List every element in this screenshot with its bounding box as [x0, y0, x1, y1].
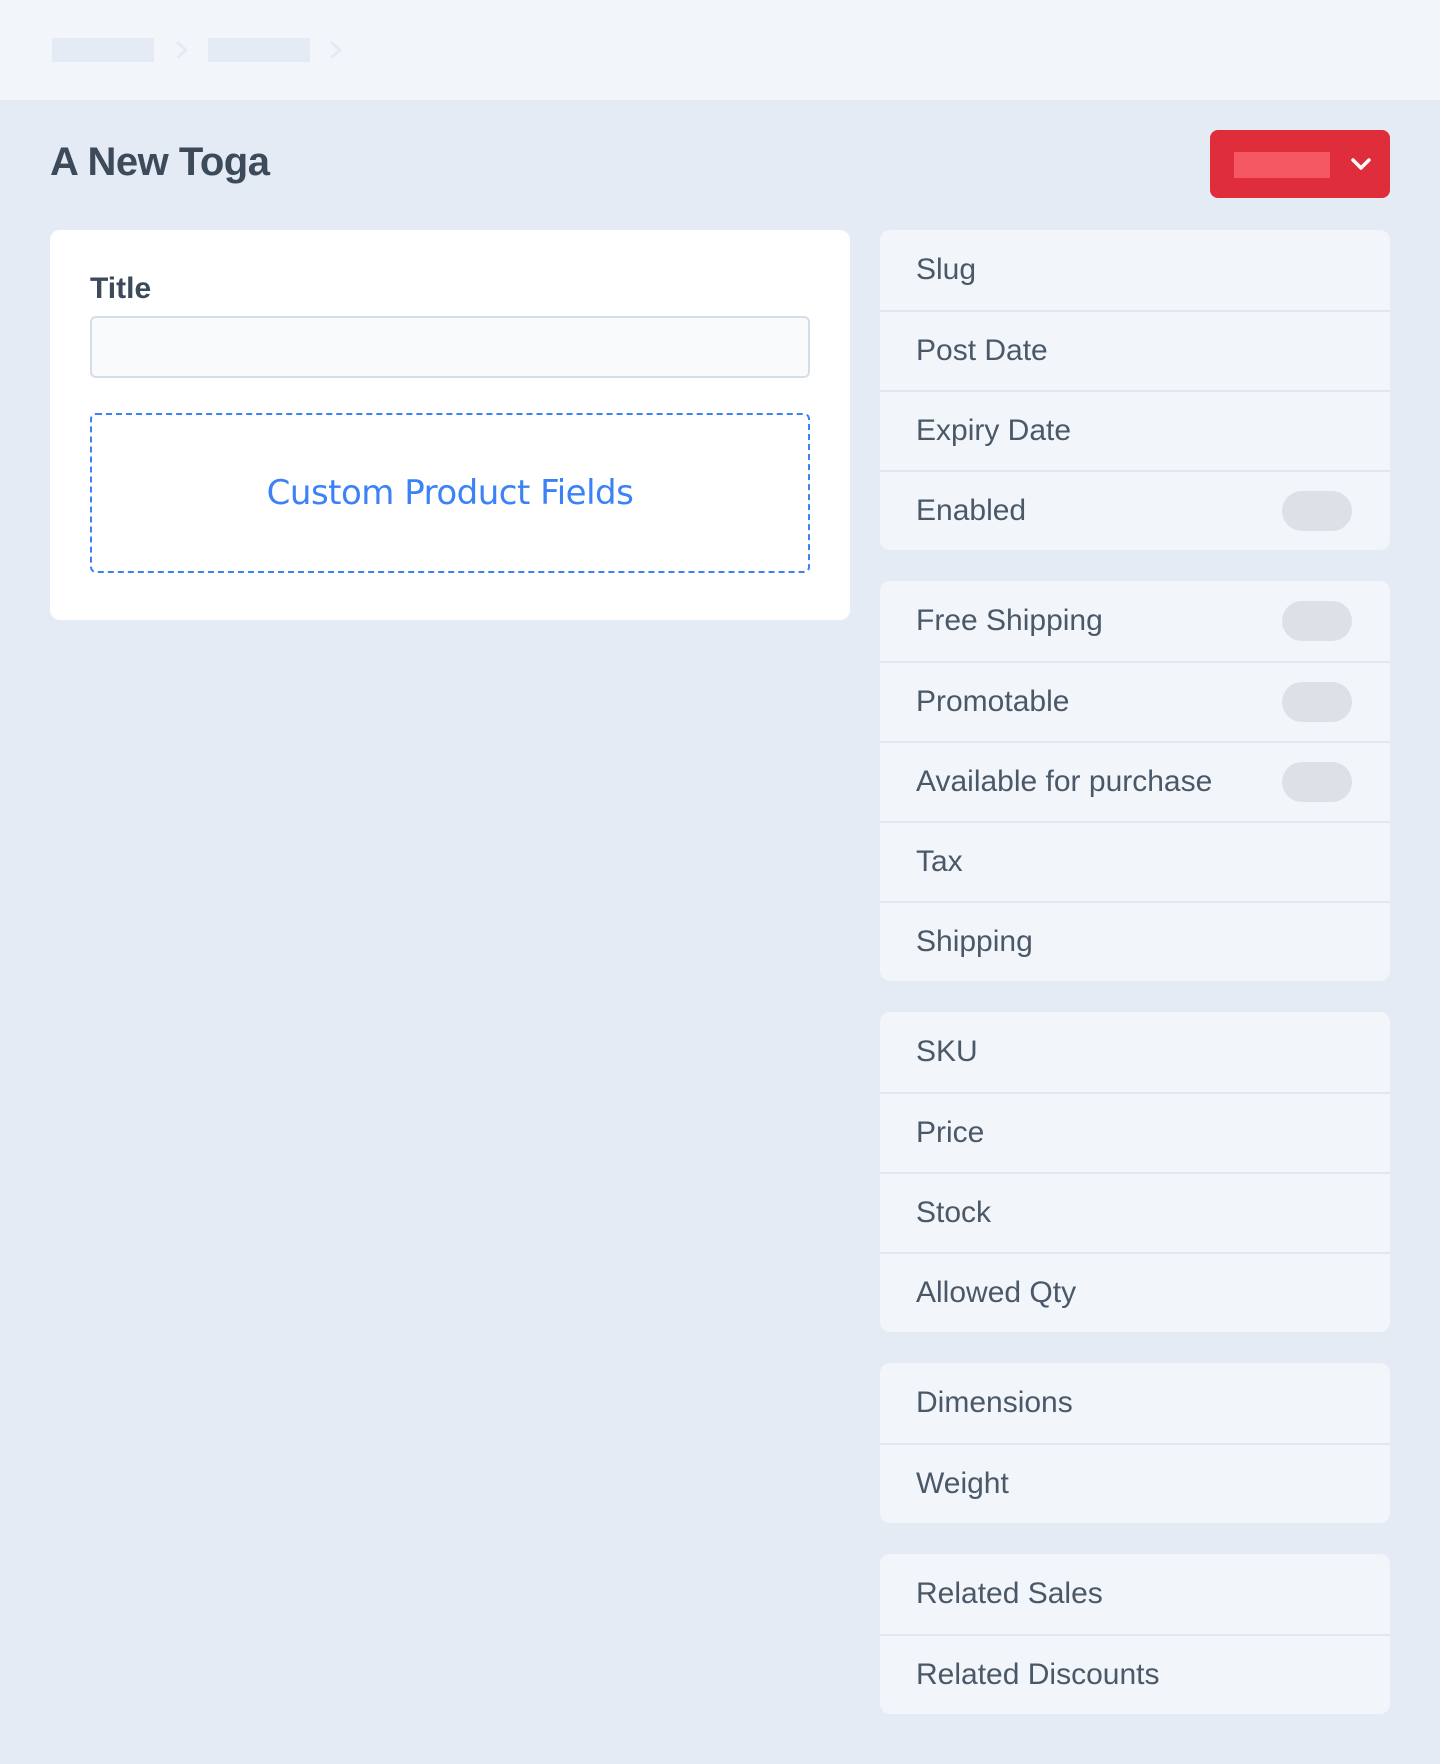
available-for-purchase-toggle[interactable]: [1282, 762, 1352, 802]
chevron-down-icon: [1351, 158, 1371, 170]
sidebar-item-related-discounts[interactable]: Related Discounts: [880, 1634, 1390, 1714]
sidebar-item-tax[interactable]: Tax: [880, 821, 1390, 901]
sidebar-item-label: Slug: [916, 253, 977, 286]
sidebar-item-label: Available for purchase: [916, 765, 1213, 798]
sidebar-item-sku[interactable]: SKU: [880, 1012, 1390, 1092]
promotable-toggle[interactable]: [1282, 682, 1352, 722]
breadcrumb-item-2[interactable]: [208, 38, 310, 62]
sidebar-item-label: Tax: [916, 845, 963, 878]
sidebar-item-enabled[interactable]: Enabled: [880, 470, 1390, 550]
sidebar-item-label: Enabled: [916, 494, 1027, 527]
sidebar-item-label: Shipping: [916, 925, 1033, 958]
sidebar-panel: SKU Price Stock Allowed Qty: [880, 1012, 1390, 1332]
sidebar-panel: Dimensions Weight: [880, 1363, 1390, 1523]
title-input[interactable]: [90, 316, 810, 378]
breadcrumb-item-1[interactable]: [52, 38, 154, 62]
sidebar-item-label: SKU: [916, 1035, 978, 1068]
sidebar-panel: Related Sales Related Discounts: [880, 1554, 1390, 1714]
sidebar-item-label: Price: [916, 1116, 985, 1149]
sidebar-panel: Free Shipping Promotable Available for pur…: [880, 581, 1390, 981]
sidebar-item-shipping[interactable]: Shipping: [880, 901, 1390, 981]
custom-product-fields-dropzone[interactable]: Custom Product Fields: [90, 413, 810, 573]
sidebar-item-label: Promotable: [916, 685, 1070, 718]
title-label: Title: [90, 272, 152, 305]
sidebar-item-weight[interactable]: Weight: [880, 1443, 1390, 1523]
sidebar-item-free-shipping[interactable]: Free Shipping: [880, 581, 1390, 661]
sidebar-item-label: Related Discounts: [916, 1658, 1160, 1691]
sidebar-item-label: Dimensions: [916, 1386, 1073, 1419]
sidebar-item-stock[interactable]: Stock: [880, 1172, 1390, 1252]
top-bar: [0, 0, 1440, 100]
sidebar-item-label: Related Sales: [916, 1577, 1103, 1610]
sidebar-item-price[interactable]: Price: [880, 1092, 1390, 1172]
sidebar-item-post-date[interactable]: Post Date: [880, 310, 1390, 390]
sidebar-item-label: Free Shipping: [916, 604, 1103, 637]
sidebar-item-related-sales[interactable]: Related Sales: [880, 1554, 1390, 1634]
sidebar-item-slug[interactable]: Slug: [880, 230, 1390, 310]
actions-dropdown-button[interactable]: [1210, 130, 1390, 198]
sidebar-item-label: Weight: [916, 1467, 1009, 1500]
sidebar-item-available-for-purchase[interactable]: Available for purchase: [880, 741, 1390, 821]
chevron-right-icon: [176, 41, 188, 59]
custom-product-fields-label: Custom Product Fields: [266, 473, 634, 513]
sidebar-item-dimensions[interactable]: Dimensions: [880, 1363, 1390, 1443]
product-main-card: Title Custom Product Fields: [50, 230, 850, 620]
chevron-right-icon: [330, 41, 342, 59]
sidebar-item-label: Stock: [916, 1196, 992, 1229]
sidebar-item-promotable[interactable]: Promotable: [880, 661, 1390, 741]
sidebar-item-label: Expiry Date: [916, 414, 1072, 447]
sidebar-item-expiry-date[interactable]: Expiry Date: [880, 390, 1390, 470]
sidebar-item-allowed-qty[interactable]: Allowed Qty: [880, 1252, 1390, 1332]
page-title: A New Toga: [50, 140, 270, 184]
free-shipping-toggle[interactable]: [1282, 601, 1352, 641]
sidebar-item-label: Post Date: [916, 334, 1048, 367]
enabled-toggle[interactable]: [1282, 491, 1352, 531]
sidebar-item-label: Allowed Qty: [916, 1276, 1077, 1309]
button-label-placeholder: [1234, 152, 1330, 178]
sidebar-panel: Slug Post Date Expiry Date Enabled: [880, 230, 1390, 550]
